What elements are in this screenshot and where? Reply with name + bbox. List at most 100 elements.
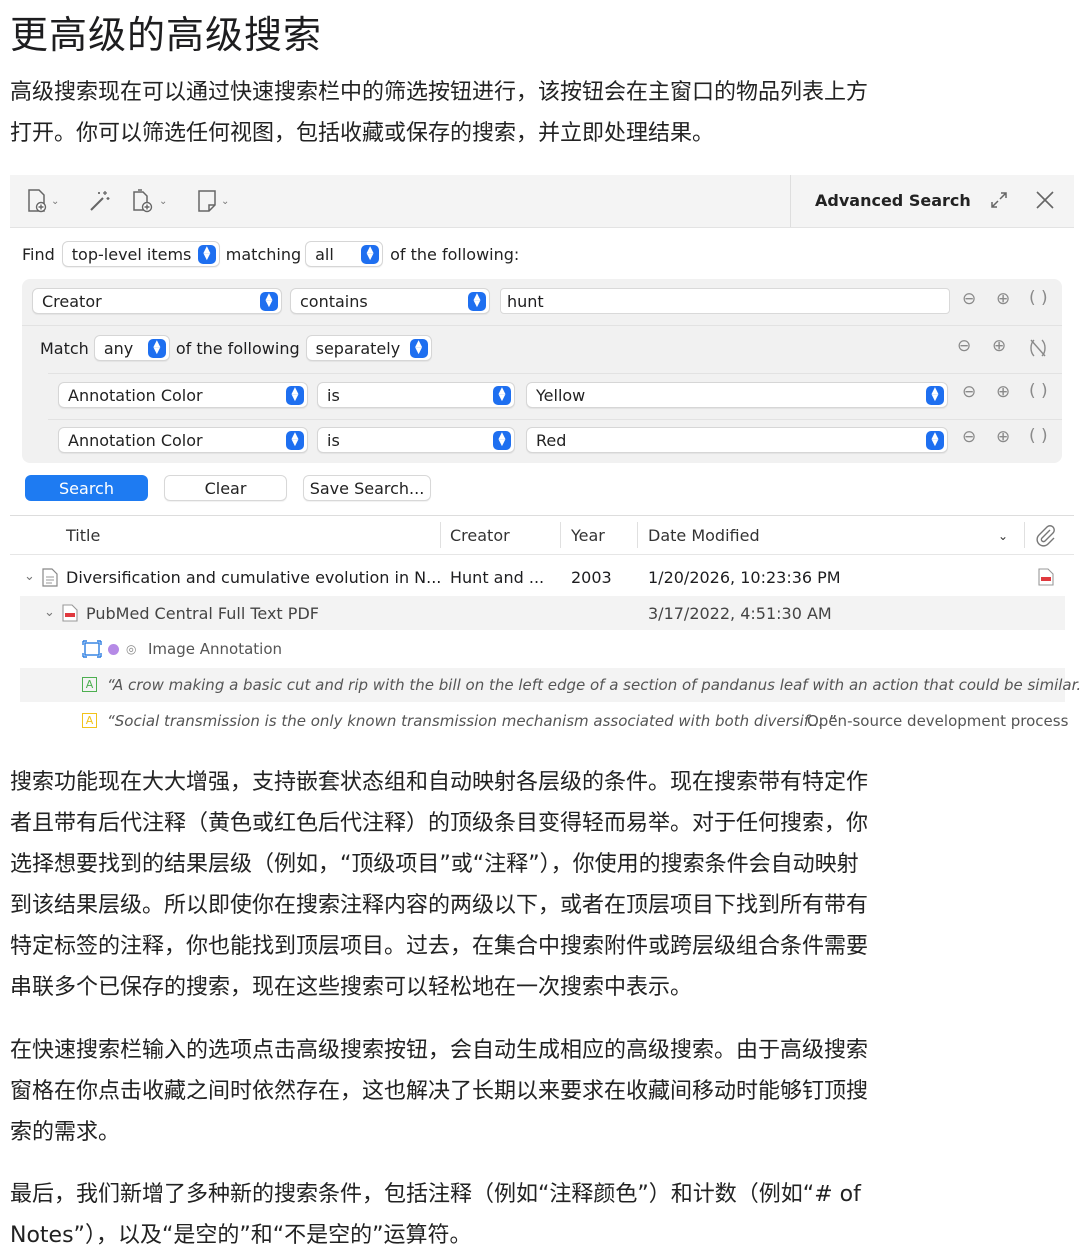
field-select[interactable]: Annotation Color ▲ ▼ (58, 427, 308, 453)
updown-icon: ▲ ▼ (409, 338, 428, 358)
sort-chevron-icon[interactable]: ⌄ (998, 529, 1008, 543)
add-attachment-button[interactable]: ⌄ (130, 187, 167, 215)
subcondition-row: Annotation Color ▲ ▼ is ▲ ▼ Red ▲ ▼ (58, 425, 948, 455)
body-paragraph-2: 在快速搜索栏输入的选项点击高级搜索按钮，会自动生成相应的高级搜索。由于高级搜索 … (10, 1038, 869, 1145)
clear-button[interactable]: Clear (164, 475, 287, 501)
updown-icon: ▲ ▼ (147, 338, 166, 358)
value-select[interactable]: Red ▲ ▼ (526, 427, 948, 453)
row-title: Image Annotation (148, 640, 283, 658)
add-attachment-icon (133, 189, 153, 213)
row-creator: Hunt and ... (450, 567, 545, 587)
condition-row: Creator ▲ ▼ contains ▲ ▼ (32, 286, 490, 316)
group-scope-select[interactable]: separately ▲ ▼ (305, 335, 432, 361)
remove-condition-icon[interactable]: ⊖ (962, 382, 976, 402)
conditions-box: Creator ▲ ▼ contains ▲ ▼ hunt ⊖ ⊕ ( ) Matc… (22, 279, 1062, 463)
body-paragraph-3: 最后，我们新增了多种新的搜索条件，包括注释（例如“注释颜色”）和计数（例如“# … (10, 1182, 861, 1248)
remove-condition-icon[interactable]: ⊖ (962, 427, 976, 447)
updown-icon: ▲ ▼ (493, 385, 511, 405)
close-icon[interactable] (1034, 189, 1056, 211)
match-mode-select[interactable]: all ▲ ▼ (305, 241, 384, 267)
document-icon (42, 568, 58, 587)
updown-icon: ▲ ▼ (260, 291, 278, 311)
find-label: Find (22, 244, 55, 264)
disclosure-chevron-icon[interactable]: ⌄ (24, 569, 35, 584)
add-condition-icon[interactable]: ⊕ (996, 289, 1010, 309)
body-paragraph-1: 搜索功能现在大大增强，支持嵌套状态组和自动映射各层级的条件。现在搜索带有特定作 … (10, 770, 869, 1000)
updown-icon: ▲ ▼ (361, 244, 380, 264)
advanced-search-title: Advanced Search (815, 191, 971, 210)
disclosure-chevron-icon[interactable]: ⌄ (44, 605, 55, 620)
column-title[interactable]: Title (66, 526, 100, 545)
group-mode-select[interactable]: any ▲ ▼ (93, 335, 170, 361)
updown-icon: ▲ ▼ (286, 430, 304, 450)
chevron-down-icon: ⌄ (159, 195, 168, 207)
pdf-icon (62, 604, 78, 622)
row-date: 3/17/2022, 4:51:30 AM (648, 603, 832, 623)
column-date-modified[interactable]: Date Modified (648, 526, 760, 545)
chevron-down-icon: ⌄ (51, 195, 60, 207)
updown-icon: ▲ ▼ (286, 385, 304, 405)
advanced-search-window: ⌄ ⌄ ⌄ Advanced Search Find top-level ite… (10, 175, 1080, 740)
chevron-down-icon: ⌄ (221, 195, 230, 207)
ungroup-icon[interactable] (1029, 338, 1047, 358)
page-title: 更高级的高级搜索 (10, 13, 323, 57)
toolbar-divider (790, 175, 791, 227)
divider (48, 419, 1062, 420)
intro-paragraph: 高级搜索现在可以通过快速搜索栏中的筛选按钮进行，该按钮会在主窗口的物品列表上方 … (10, 80, 869, 146)
group-icon[interactable]: ( ) (1029, 381, 1048, 401)
operator-select[interactable]: is ▲ ▼ (317, 382, 515, 408)
table-row[interactable]: ⌄ Diversification and cumulative evoluti… (20, 560, 1065, 594)
find-row: Find top-level items ▲ ▼ matching all ▲ ▼ … (22, 239, 519, 269)
updown-icon: ▲ ▼ (493, 430, 511, 450)
remove-condition-icon[interactable]: ⊖ (962, 289, 976, 309)
operator-select[interactable]: is ▲ ▼ (317, 427, 515, 453)
divider (48, 373, 1062, 374)
operator-select[interactable]: contains ▲ ▼ (290, 288, 490, 314)
toolbar: ⌄ ⌄ ⌄ Advanced Search (10, 175, 1074, 228)
group-icon[interactable]: ( ) (1029, 426, 1048, 446)
save-search-button[interactable]: Save Search... (303, 475, 431, 501)
matching-label: matching (225, 244, 302, 264)
updown-icon: ▲ ▼ (926, 430, 944, 450)
new-note-button[interactable]: ⌄ (196, 187, 229, 215)
add-to-group-icon[interactable]: ⊕ (992, 336, 1006, 356)
updown-icon: ▲ ▼ (197, 244, 216, 264)
row-date: 1/20/2026, 10:23:36 PM (648, 567, 841, 587)
row-year: 2003 (571, 567, 612, 587)
eye-icon: ◎ (126, 642, 137, 656)
remove-group-icon[interactable]: ⊖ (957, 336, 971, 356)
note-icon (198, 190, 216, 212)
row-title: Diversification and cumulative evolution… (66, 567, 442, 587)
table-row[interactable]: A “Social transmission is the only known… (20, 704, 1069, 738)
attachment-paperclip-icon[interactable] (1035, 525, 1057, 547)
divider (22, 325, 1062, 326)
table-row[interactable]: ⌄ PubMed Central Full Text PDF 3/17/2022… (20, 596, 1065, 630)
pdf-icon[interactable] (1038, 568, 1054, 586)
image-annotation-icon (82, 640, 102, 658)
group-icon[interactable]: ( ) (1029, 288, 1048, 308)
match-group-row: Match any ▲ ▼ of the following separately… (40, 333, 432, 363)
column-creator[interactable]: Creator (450, 526, 510, 545)
updown-icon: ▲ ▼ (468, 291, 486, 311)
add-condition-icon[interactable]: ⊕ (996, 427, 1010, 447)
subcondition-row: Annotation Color ▲ ▼ is ▲ ▼ Yellow ▲ ▼ (58, 380, 948, 410)
column-year[interactable]: Year (571, 526, 605, 545)
table-row[interactable]: A “A crow making a basic cut and rip wit… (20, 668, 1080, 702)
value-select[interactable]: Yellow ▲ ▼ (526, 382, 948, 408)
annotation-quote: “Social transmission is the only known t… (107, 712, 836, 730)
following-label: of the following: (390, 244, 520, 264)
field-select[interactable]: Annotation Color ▲ ▼ (58, 382, 308, 408)
row-title: PubMed Central Full Text PDF (86, 603, 319, 623)
magic-wand-icon (90, 191, 110, 211)
search-button[interactable]: Search (25, 475, 148, 501)
purple-color-dot (108, 644, 119, 655)
scope-select[interactable]: top-level items ▲ ▼ (61, 241, 220, 267)
add-condition-icon[interactable]: ⊕ (996, 382, 1010, 402)
new-item-button[interactable]: ⌄ (26, 187, 59, 215)
magic-wand-button[interactable] (88, 187, 112, 215)
table-row[interactable]: ◎ Image Annotation (20, 632, 1065, 666)
value-input[interactable]: hunt (500, 288, 950, 314)
annotation-comment: Open-source development process (807, 712, 1069, 730)
collapse-icon[interactable] (988, 189, 1010, 211)
field-select[interactable]: Creator ▲ ▼ (32, 288, 282, 314)
